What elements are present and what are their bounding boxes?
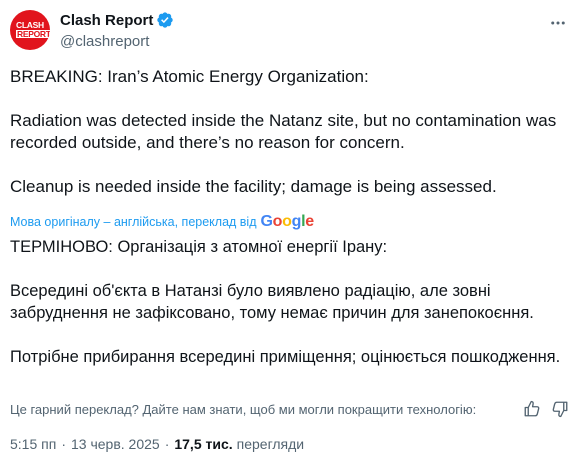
translated-line-3: Потрібне прибирання всередині приміщення…	[10, 348, 561, 366]
translation-feedback: Це гарний переклад? Дайте нам знати, щоб…	[10, 399, 569, 419]
more-options-icon[interactable]	[549, 14, 567, 32]
display-name[interactable]: Clash Report	[60, 12, 153, 29]
avatar-logo: CLASH REPORT	[16, 21, 50, 38]
feedback-text: Це гарний переклад? Дайте нам знати, щоб…	[10, 401, 477, 417]
tweet-time[interactable]: 5:15 пп	[10, 436, 56, 452]
author-names: Clash Report @clashreport	[60, 10, 174, 52]
tweet-text: BREAKING: Iran’s Atomic Energy Organizat…	[10, 66, 570, 198]
verified-badge-icon	[157, 12, 174, 28]
translated-line-1: ТЕРМІНОВО: Організація з атомної енергії…	[10, 238, 388, 256]
author-handle[interactable]: @clashreport	[60, 32, 174, 52]
translated-line-2: Всередині об'єкта в Натанзі було виявлен…	[10, 282, 534, 322]
thumbs-down-icon[interactable]	[551, 400, 569, 418]
meta-separator: ·	[61, 436, 66, 452]
tweet-meta: 5:15 пп · 13 черв. 2025 · 17,5 тис. пере…	[10, 434, 304, 454]
avatar-logo-line1: CLASH	[16, 20, 44, 30]
meta-separator: ·	[164, 436, 170, 452]
views-count: 17,5 тис.	[174, 436, 233, 452]
translation-note-text: Мова оригіналу – англійська, переклад ві…	[10, 215, 257, 229]
tweet-line-2: Radiation was detected inside the Natanz…	[10, 111, 557, 152]
tweet-date[interactable]: 13 черв. 2025	[71, 436, 160, 452]
tweet-line-1: BREAKING: Iran’s Atomic Energy Organizat…	[10, 67, 369, 86]
google-logo: Google	[260, 213, 315, 230]
views-label: перегляди	[236, 436, 305, 452]
avatar[interactable]: CLASH REPORT	[10, 10, 50, 50]
tweet-header: CLASH REPORT Clash Report @clashreport	[10, 10, 569, 54]
display-name-row: Clash Report	[60, 10, 174, 30]
avatar-logo-line2: REPORT	[16, 29, 50, 39]
translation-note[interactable]: Мова оригіналу – англійська, переклад ві…	[10, 212, 314, 232]
thumbs-up-icon[interactable]	[523, 400, 541, 418]
tweet-line-3: Cleanup is needed inside the facility; d…	[10, 177, 497, 196]
translated-text: ТЕРМІНОВО: Організація з атомної енергії…	[10, 236, 570, 368]
